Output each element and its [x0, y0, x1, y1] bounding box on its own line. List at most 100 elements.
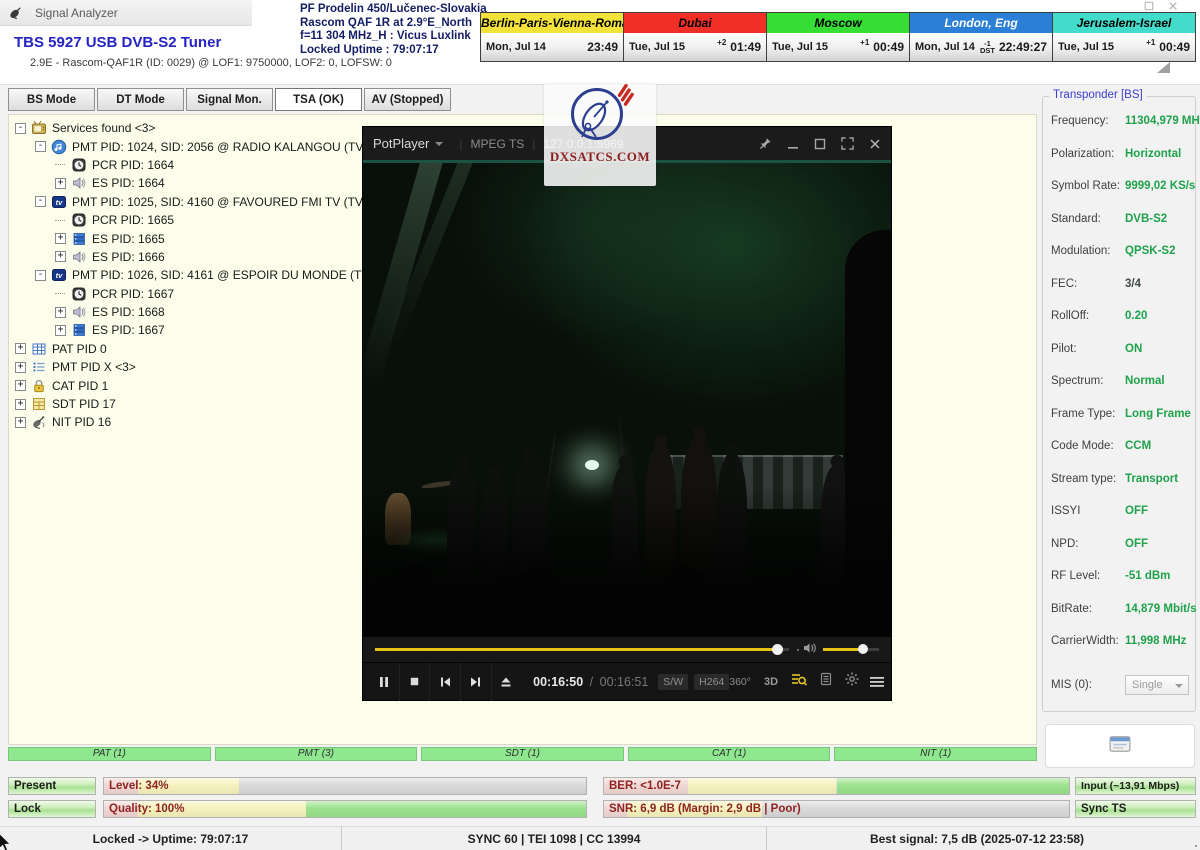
pcr-clock-icon [71, 212, 87, 228]
tree-expander[interactable]: + [55, 307, 66, 318]
transponder-row: CarrierWidth:11,998 MHz [1051, 635, 1192, 647]
table-section-bar[interactable]: PMT (3) [215, 747, 418, 761]
transponder-value: ON [1125, 343, 1142, 355]
seek-row [363, 637, 891, 662]
statusbar: Locked -> Uptime: 79:07:17 SYNC 60 | TEI… [0, 826, 1200, 850]
transponder-value: 11304,979 MHz [1125, 115, 1200, 127]
tree-expander[interactable]: + [15, 417, 26, 428]
tree-expander[interactable]: - [15, 123, 26, 134]
restore-icon[interactable] [814, 138, 826, 150]
next-button[interactable] [460, 663, 491, 701]
present-label: Present [14, 779, 56, 794]
minimize-icon[interactable] [787, 138, 799, 150]
playlist-search-icon[interactable] [791, 672, 807, 691]
tree-item-label: ES PID: 1666 [92, 250, 165, 264]
tree-expander[interactable]: - [35, 141, 46, 152]
tab-tsa-ok-[interactable]: TSA (OK) [275, 88, 362, 111]
seek-slider[interactable] [375, 648, 789, 651]
transponder-value: OFF [1125, 538, 1148, 550]
transponder-row: Frequency:11304,979 MHz [1051, 115, 1192, 127]
transponder-value: 3/4 [1125, 278, 1141, 290]
playback-time: 00:16:50 / 00:16:51 [533, 675, 648, 689]
clock-date: Tue, Jul 15 [629, 41, 685, 53]
rotate-360-button[interactable]: 360° [729, 676, 751, 688]
potplayer-window[interactable]: PotPlayer | MPEG TS | 127.0.0.1:6969 [363, 127, 891, 700]
clock-city-label: Jerusalem-Israel [1053, 13, 1195, 33]
pause-button[interactable] [369, 663, 399, 701]
chevron-down-icon[interactable] [435, 142, 443, 146]
tree-item-label: PMT PID: 1024, SID: 2056 @ RADIO KALANGO… [72, 140, 402, 154]
info-line: PF Prodelin 450/Lučenec-Slovakia [300, 3, 487, 17]
table-section-bars: PAT (1) PMT (3)SDT (1) CAT (1)NIT (1) [8, 747, 1037, 761]
tree-connector [55, 293, 65, 294]
tree-expander[interactable]: + [55, 251, 66, 262]
world-clock: MoscowTue, Jul 15+100:49 [767, 13, 910, 61]
tree-expander[interactable]: + [55, 178, 66, 189]
tab-dt-mode[interactable]: DT Mode [97, 88, 184, 111]
transponder-row: Modulation:QPSK-S2 [1051, 245, 1192, 257]
stop-button[interactable] [399, 663, 430, 701]
tree-expander[interactable]: + [15, 399, 26, 410]
transponder-label: Pilot: [1051, 343, 1125, 355]
quality-meter: Quality: 100% [103, 800, 587, 818]
transponder-value: Transport [1125, 473, 1178, 485]
seek-thumb[interactable] [772, 644, 783, 655]
menu-icon[interactable] [869, 676, 885, 688]
ber-meter: BER: <1.0E-7 [603, 777, 1070, 795]
transponder-label: Symbol Rate: [1051, 180, 1125, 192]
tree-expander[interactable]: + [55, 233, 66, 244]
table-section-bar[interactable]: CAT (1) [628, 747, 831, 761]
volume-slider[interactable] [823, 648, 879, 651]
darkness-gradient [363, 487, 891, 637]
codec-badge: S/W [658, 674, 688, 690]
tree-item-label: PMT PID X <3> [52, 360, 136, 374]
transponder-row: Frame Type:Long Frame [1051, 408, 1192, 420]
world-clock: Berlin-Paris-Vienna-RomaMon, Jul 1423:49 [481, 13, 624, 61]
clock-city-label: Moscow [767, 13, 909, 33]
tree-expander[interactable]: - [35, 270, 46, 281]
clock-utc-offset: +2 [717, 38, 726, 47]
log-icon[interactable] [820, 672, 832, 691]
clock-time-row: Mon, Jul 14-1DST22:49:27 [910, 33, 1052, 61]
table-section-bar[interactable]: SDT (1) [421, 747, 624, 761]
stage-glow [453, 160, 753, 340]
tab-signal-mon-[interactable]: Signal Mon. [186, 88, 273, 111]
lock-indicator: Lock [8, 800, 96, 818]
eject-button[interactable] [491, 663, 522, 701]
meter-label: Level: 34% [109, 779, 168, 794]
ts-data-button[interactable] [1045, 724, 1195, 768]
tree-expander[interactable]: + [15, 343, 26, 354]
clock-time-row: Tue, Jul 15+100:49 [767, 33, 909, 61]
divider: | [532, 137, 535, 151]
mis-select[interactable]: Single [1125, 675, 1189, 695]
pin-icon[interactable] [759, 137, 772, 150]
tree-expander[interactable]: + [15, 362, 26, 373]
resize-grip[interactable] [1195, 845, 1197, 847]
clock-resize-grip[interactable] [1157, 62, 1170, 73]
previous-button[interactable] [429, 663, 460, 701]
fullscreen-icon[interactable] [841, 137, 854, 150]
tree-expander[interactable]: - [35, 196, 46, 207]
close-icon[interactable] [869, 138, 881, 150]
mode-tabs: BS ModeDT ModeSignal Mon.TSA (OK)AV (Sto… [8, 88, 451, 111]
volume-thumb[interactable] [858, 644, 868, 654]
transponder-value: Normal [1125, 375, 1165, 387]
gear-icon[interactable] [845, 672, 859, 691]
video-area[interactable] [363, 160, 891, 637]
tree-expander[interactable]: + [55, 325, 66, 336]
table-section-bar[interactable]: PAT (1) [8, 747, 211, 761]
info-line: Locked Uptime : 79:07:17 [300, 44, 487, 58]
transponder-row: NPD:OFF [1051, 538, 1192, 550]
volume-icon[interactable] [803, 641, 817, 659]
pcr-clock-icon [71, 157, 87, 173]
meter-label: SNR: 6,9 dB (Margin: 2,9 dB | Poor) [609, 802, 801, 817]
stereo-3d-button[interactable]: 3D [764, 676, 778, 688]
tab-bs-mode[interactable]: BS Mode [8, 88, 95, 111]
player-app-name[interactable]: PotPlayer [373, 136, 429, 151]
tab-av-stopped-[interactable]: AV (Stopped) [364, 88, 451, 111]
transponder-rows: Frequency:11304,979 MHzPolarization:Hori… [1051, 115, 1192, 647]
world-clock: Jerusalem-IsraelTue, Jul 15+100:49 [1053, 13, 1195, 61]
tree-expander[interactable]: + [15, 380, 26, 391]
table-section-bar[interactable]: NIT (1) [834, 747, 1037, 761]
input-label: Input (~13,91 Mbps) [1081, 779, 1179, 794]
